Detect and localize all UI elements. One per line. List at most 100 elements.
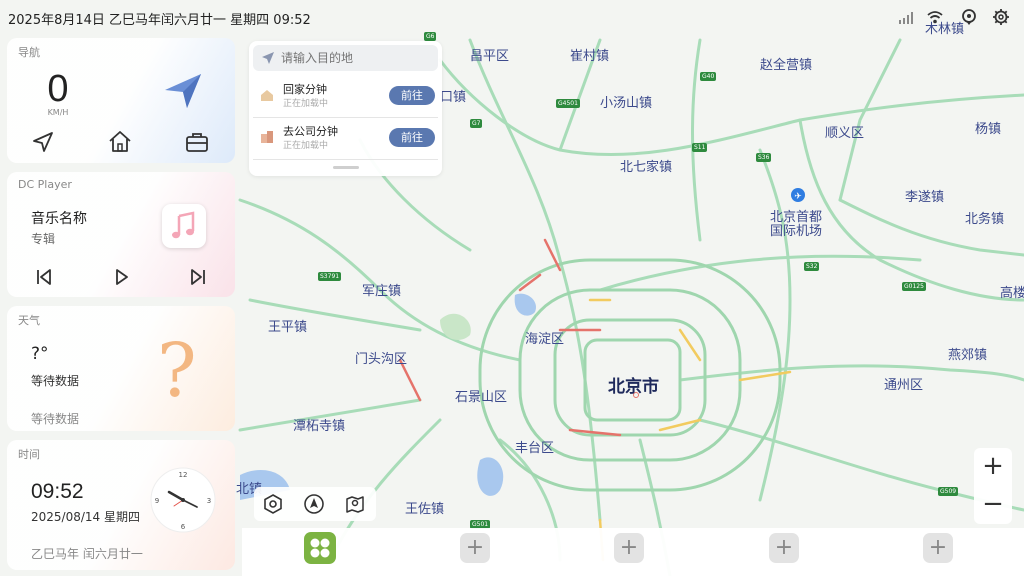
weather-card[interactable]: 天气 ?° 等待数据 等待数据 ? bbox=[7, 306, 235, 431]
map-place-label: 崔村镇 bbox=[570, 49, 610, 64]
home-icon bbox=[261, 90, 273, 101]
map-place-label: 军庄镇 bbox=[362, 284, 402, 299]
divider bbox=[253, 159, 438, 160]
weather-description: 等待数据 bbox=[31, 374, 80, 388]
add-app-button[interactable]: + bbox=[614, 533, 644, 563]
route-shield: G40 bbox=[700, 72, 717, 81]
route-shield: S11 bbox=[692, 143, 708, 152]
status-bar: 2025年8月14日 乙巳马年闰六月廿一 星期四 09:52 bbox=[0, 0, 1024, 34]
destination-search-input[interactable] bbox=[281, 49, 431, 67]
navigate-arrow-icon bbox=[262, 52, 274, 64]
analog-clock-icon: 12 3 6 9 bbox=[150, 467, 216, 533]
map-place-label: 北京市 bbox=[608, 377, 659, 397]
divider bbox=[253, 117, 438, 118]
song-title: 音乐名称 bbox=[31, 211, 87, 227]
album-art bbox=[162, 204, 206, 248]
route-shield: G4501 bbox=[556, 99, 580, 108]
app-launcher-button[interactable] bbox=[304, 532, 336, 564]
map-place-label: 燕郊镇 bbox=[948, 348, 988, 363]
map-place-label: 丰台区 bbox=[515, 441, 555, 456]
svg-text:9: 9 bbox=[155, 497, 159, 505]
music-note-icon bbox=[172, 211, 195, 239]
route-shield: G509 bbox=[938, 487, 959, 496]
settings-hexagon-icon[interactable] bbox=[262, 493, 284, 515]
map-place-label: 石景山区 bbox=[455, 390, 508, 405]
map-place-label: 高楼 bbox=[1000, 286, 1024, 301]
digital-time: 09:52 bbox=[31, 480, 84, 503]
office-icon bbox=[261, 131, 273, 143]
app-dock: + + + + bbox=[242, 528, 1024, 576]
location-pin-icon[interactable] bbox=[960, 8, 978, 26]
favorite-home-row[interactable]: 回家分钟 正在加载中 前往 bbox=[253, 79, 438, 115]
previous-track-icon[interactable] bbox=[33, 266, 55, 288]
map-place-label: 顺义区 bbox=[825, 126, 865, 141]
card-title: DC Player bbox=[18, 178, 72, 191]
weather-detail: 等待数据 bbox=[31, 412, 80, 426]
music-player-card[interactable]: DC Player 音乐名称 专辑 bbox=[7, 172, 235, 297]
navigation-pointer-icon bbox=[165, 74, 201, 108]
favorite-title: 去公司分钟 bbox=[283, 125, 338, 138]
card-title: 导航 bbox=[18, 46, 40, 59]
route-shield: S3791 bbox=[318, 272, 342, 281]
favorite-company-row[interactable]: 去公司分钟 正在加载中 前往 bbox=[253, 121, 438, 157]
map-place-label: 国际机场 bbox=[770, 224, 823, 239]
settings-gear-icon[interactable] bbox=[992, 8, 1010, 26]
weather-unknown-icon: ? bbox=[157, 328, 197, 414]
apps-grid-icon bbox=[310, 538, 330, 558]
svg-text:3: 3 bbox=[207, 497, 211, 505]
map-place-label: 杨镇 bbox=[975, 122, 1002, 137]
wifi-icon[interactable] bbox=[926, 8, 944, 26]
play-icon[interactable] bbox=[110, 266, 132, 288]
lunar-date: 乙巳马年 闰六月廿一 bbox=[31, 547, 143, 561]
album-name: 专辑 bbox=[31, 232, 56, 246]
home-icon[interactable] bbox=[106, 128, 134, 156]
map-tools bbox=[254, 487, 376, 521]
map-place-label: 潭柘寺镇 bbox=[293, 419, 346, 434]
zoom-in-button[interactable]: + bbox=[974, 448, 1012, 486]
zoom-controls: + − bbox=[974, 448, 1012, 524]
signal-icon bbox=[899, 12, 913, 24]
map-place-label: 王平镇 bbox=[268, 320, 308, 335]
map-place-label: 小汤山镇 bbox=[600, 96, 653, 111]
map-place-label: 北务镇 bbox=[965, 212, 1005, 227]
zoom-out-button[interactable]: − bbox=[974, 486, 1012, 524]
add-app-button[interactable]: + bbox=[460, 533, 490, 563]
map-place-label: 门头沟区 bbox=[355, 352, 408, 367]
navigate-arrow-icon[interactable] bbox=[29, 128, 57, 156]
current-date: 2025/08/14 星期四 bbox=[31, 510, 140, 524]
map-place-label: 通州区 bbox=[884, 378, 924, 393]
time-card[interactable]: 时间 09:52 2025/08/14 星期四 乙巳马年 闰六月廿一 12 3 … bbox=[7, 440, 235, 570]
route-shield: S36 bbox=[756, 153, 772, 162]
next-track-icon[interactable] bbox=[187, 266, 209, 288]
speed-unit: KM/H bbox=[47, 108, 69, 117]
map-pin-icon[interactable] bbox=[344, 493, 366, 515]
speed-value: 0 bbox=[47, 68, 69, 110]
route-shield: S32 bbox=[804, 262, 820, 271]
map-place-label: 王佐镇 bbox=[405, 502, 445, 517]
map-place-label: 海淀区 bbox=[525, 332, 565, 347]
status-datetime: 2025年8月14日 乙巳马年闰六月廿一 星期四 09:52 bbox=[8, 13, 311, 28]
map-place-label: 北七家镇 bbox=[620, 160, 673, 175]
compass-icon[interactable] bbox=[303, 493, 325, 515]
favorite-status: 正在加载中 bbox=[283, 99, 329, 109]
map-place-label: 口镇 bbox=[440, 90, 467, 105]
add-app-button[interactable]: + bbox=[923, 533, 953, 563]
map-place-label: 赵全营镇 bbox=[760, 58, 813, 73]
svg-text:6: 6 bbox=[181, 523, 186, 531]
panel-drag-handle[interactable] bbox=[333, 166, 359, 169]
route-shield: G7 bbox=[470, 119, 483, 128]
search-box[interactable] bbox=[253, 45, 438, 71]
go-company-button[interactable]: 前往 bbox=[389, 128, 435, 147]
map-place-label: 昌平区 bbox=[470, 49, 510, 64]
navigation-card[interactable]: 导航 0 KM/H bbox=[7, 38, 235, 163]
card-title: 时间 bbox=[18, 448, 40, 461]
temperature: ?° bbox=[31, 344, 49, 364]
add-app-button[interactable]: + bbox=[769, 533, 799, 563]
briefcase-icon[interactable] bbox=[183, 128, 211, 156]
card-title: 天气 bbox=[18, 314, 40, 327]
destination-panel: 回家分钟 正在加载中 前往 去公司分钟 正在加载中 前往 bbox=[249, 41, 442, 176]
favorite-title: 回家分钟 bbox=[283, 83, 327, 96]
route-shield: G0125 bbox=[902, 282, 926, 291]
go-home-button[interactable]: 前往 bbox=[389, 86, 435, 105]
map-place-label: 李遂镇 bbox=[905, 190, 945, 205]
